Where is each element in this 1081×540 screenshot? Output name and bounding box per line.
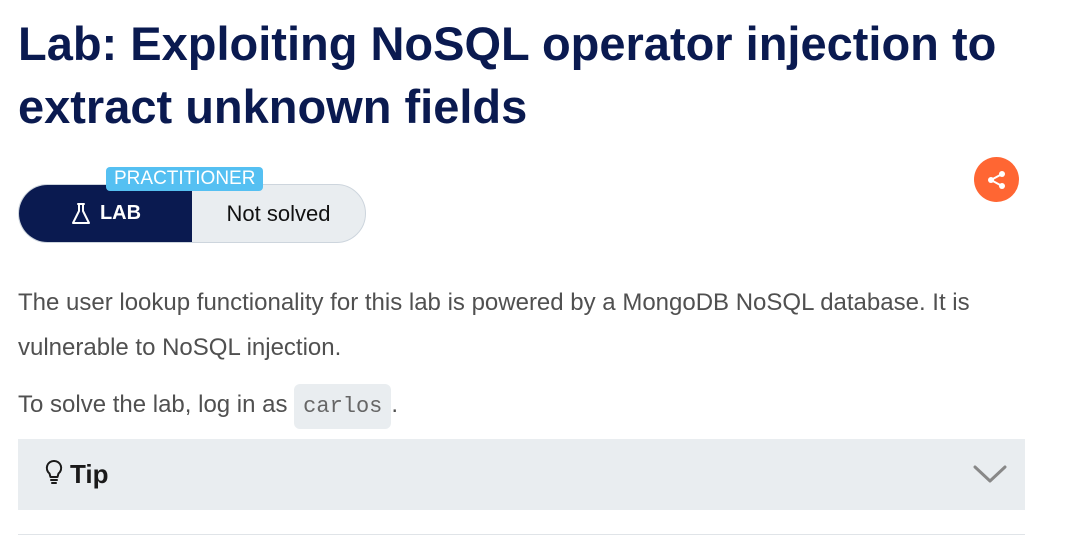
status-label: Not solved [226, 200, 331, 226]
page-title: Lab: Exploiting NoSQL operator injection… [18, 17, 997, 133]
username-code: carlos [294, 384, 392, 429]
tip-label: Tip [70, 459, 109, 489]
lab-type-segment: LAB [19, 185, 192, 242]
solve-suffix: . [391, 391, 399, 418]
solve-prefix: To solve the lab, log in as [18, 391, 295, 418]
lab-description: The user lookup functionality for this l… [18, 289, 970, 361]
divider [18, 534, 1025, 535]
lab-type-label: LAB [99, 202, 142, 224]
chevron-down-icon[interactable] [973, 464, 1007, 484]
share-button[interactable] [974, 157, 1019, 202]
tip-accordion[interactable]: Tip [18, 439, 1025, 510]
lightbulb-icon [45, 459, 63, 484]
share-icon [987, 170, 1005, 189]
flask-icon [71, 202, 90, 224]
lab-page: Lab: Exploiting NoSQL operator injection… [0, 0, 1081, 540]
level-badge: PRACTITIONER [106, 167, 264, 191]
lab-status-pill: LAB Not solved [18, 184, 366, 243]
lab-badge: PRACTITIONER LAB Not solved [18, 167, 366, 243]
solve-instruction: To solve the lab, log in as carlos. [18, 382, 398, 429]
